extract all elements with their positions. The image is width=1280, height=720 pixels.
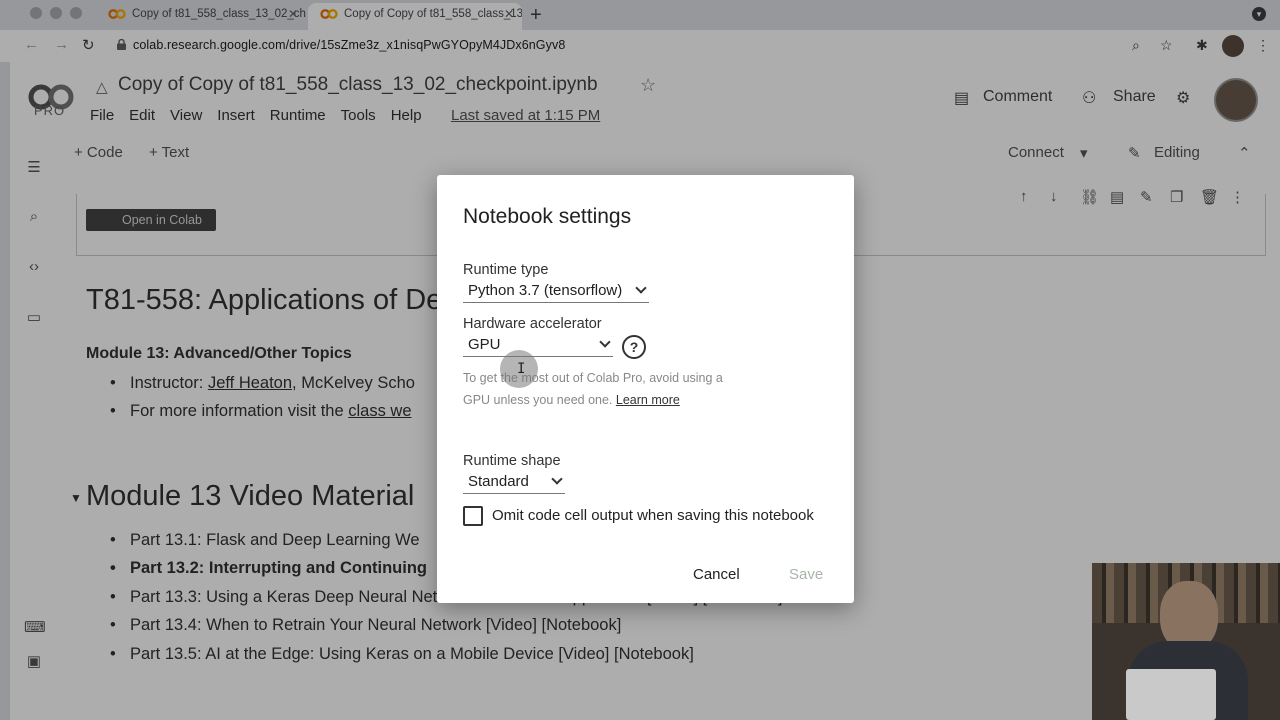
text-cursor-icon: I: [517, 361, 526, 377]
runtime-type-value: Python 3.7 (tensorflow): [468, 282, 623, 299]
hardware-accelerator-label: Hardware accelerator: [463, 316, 602, 332]
webcam-video-overlay: [1092, 563, 1280, 720]
dialog-title: Notebook settings: [463, 205, 632, 228]
runtime-shape-value: Standard: [468, 473, 529, 490]
chevron-down-icon: [551, 473, 563, 485]
chevron-down-icon: [599, 336, 611, 348]
laptop: [1126, 669, 1216, 720]
cancel-button[interactable]: Cancel: [693, 566, 740, 583]
chevron-down-icon: [635, 282, 647, 294]
hardware-accelerator-value: GPU: [468, 336, 501, 353]
notebook-settings-dialog: Notebook settings Runtime type Python 3.…: [437, 175, 854, 603]
omit-output-label[interactable]: Omit code cell output when saving this n…: [492, 507, 814, 524]
runtime-type-label: Runtime type: [463, 262, 549, 278]
runtime-shape-select[interactable]: Standard: [463, 472, 565, 494]
help-icon[interactable]: ?: [622, 335, 646, 359]
hardware-accelerator-select[interactable]: GPU: [463, 335, 613, 357]
save-button[interactable]: Save: [789, 566, 823, 583]
runtime-type-select[interactable]: Python 3.7 (tensorflow): [463, 281, 649, 303]
learn-more-link[interactable]: Learn more: [616, 393, 680, 407]
runtime-shape-label: Runtime shape: [463, 453, 561, 469]
omit-output-checkbox[interactable]: [463, 506, 483, 526]
